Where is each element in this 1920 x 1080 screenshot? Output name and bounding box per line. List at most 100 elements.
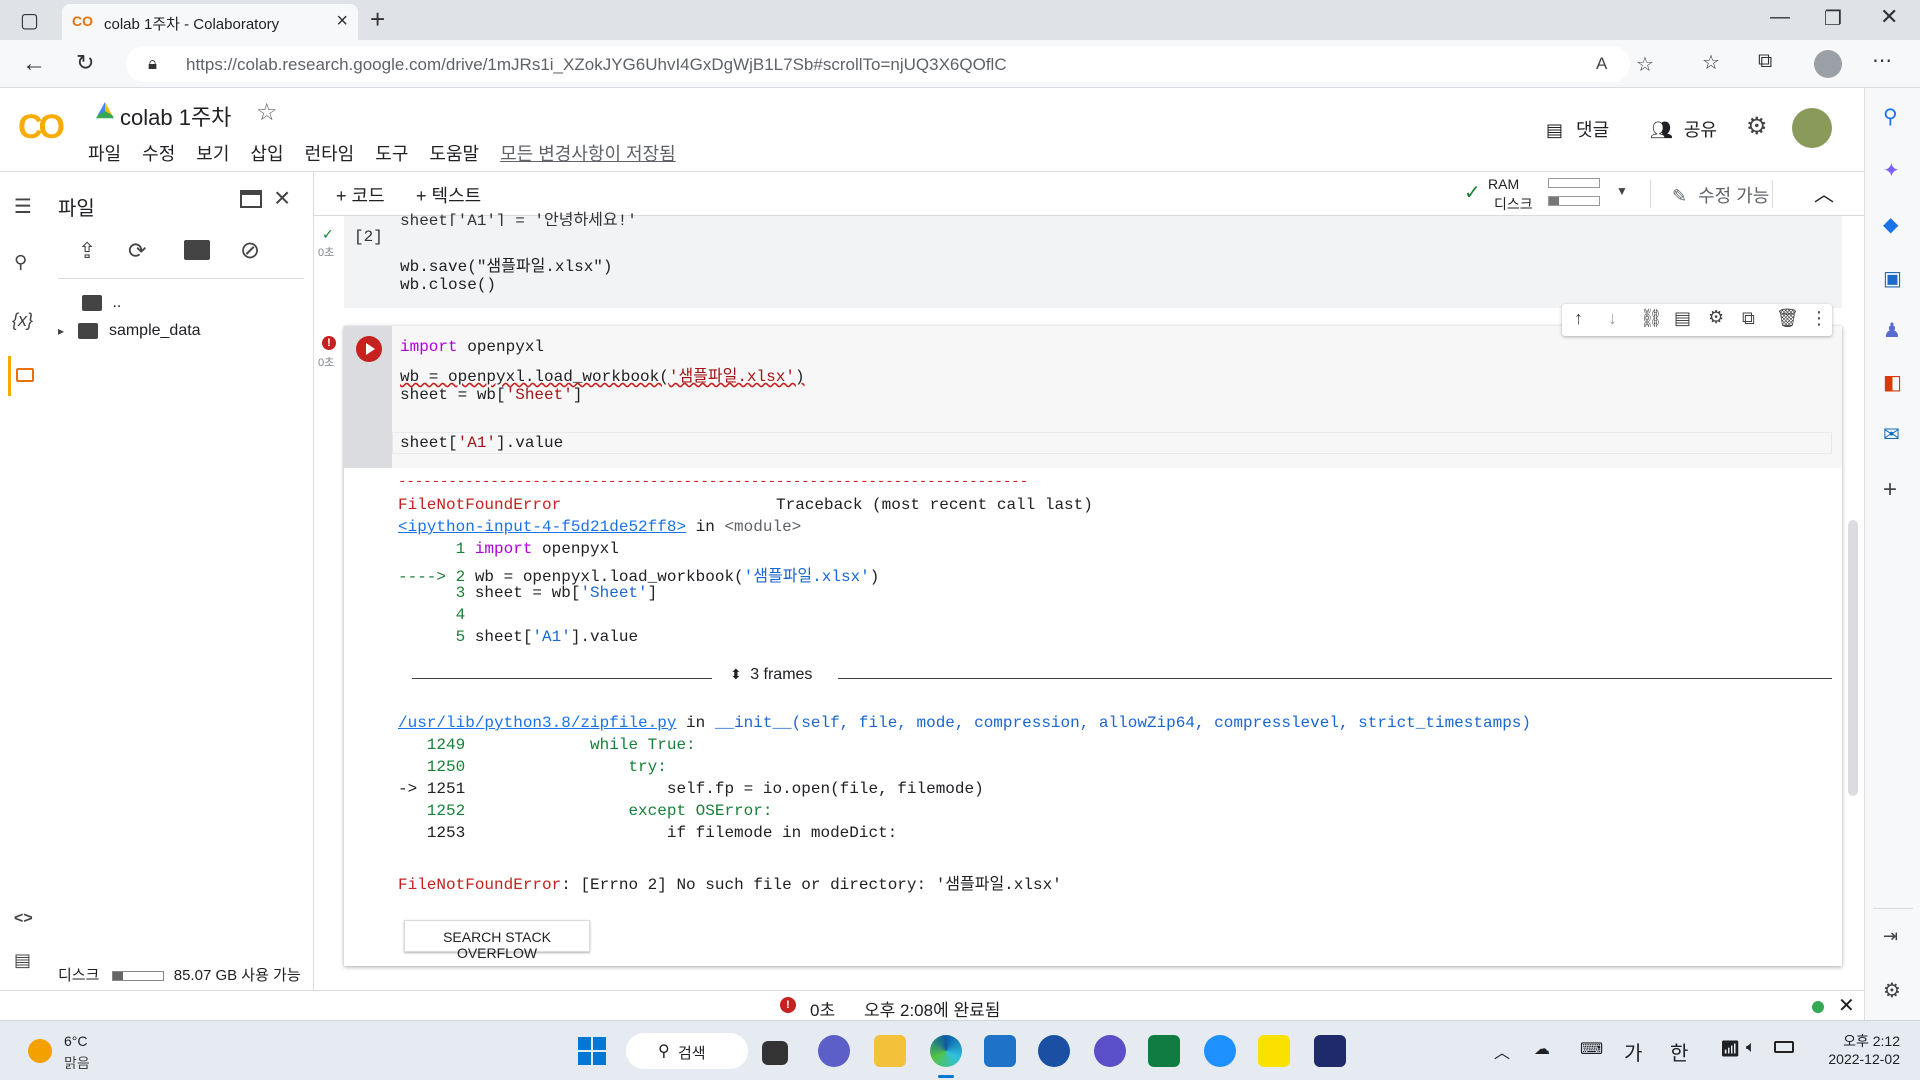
hide-sidebar-icon[interactable]: ⇥	[1883, 926, 1898, 947]
collections-icon[interactable]: ⧉	[1758, 50, 1772, 73]
volume-icon[interactable]: 🔈︎	[1746, 1039, 1756, 1057]
tray-overflow-icon[interactable]: ︿	[1494, 1039, 1510, 1063]
disk-resource-bar[interactable]	[1548, 196, 1600, 206]
code-cell-2[interactable]: import openpyxl wb = openpyxl.load_workb…	[344, 326, 1878, 966]
refresh-folder-icon[interactable]: ⟳	[128, 238, 146, 264]
back-icon[interactable]: ←	[22, 50, 46, 78]
close-panel-icon[interactable]: ×	[274, 182, 290, 214]
move-up-icon[interactable]: ↑	[1574, 308, 1583, 329]
copilot-icon[interactable]: ✦	[1883, 158, 1900, 183]
star-icon[interactable]: ☆	[256, 98, 278, 127]
settings-gear-icon[interactable]: ⚙	[1746, 112, 1768, 141]
keyboard-icon[interactable]: ⌨	[1580, 1039, 1603, 1059]
move-down-icon[interactable]: ↓	[1608, 308, 1617, 329]
run-cell-button[interactable]	[356, 336, 382, 362]
resources-dropdown-icon[interactable]: ▼	[1616, 184, 1628, 198]
link-icon[interactable]: ⛓	[1640, 308, 1663, 329]
variables-icon[interactable]: {x}	[12, 310, 33, 331]
wifi-icon[interactable]: 📶︎	[1720, 1039, 1740, 1059]
close-status-icon[interactable]: ✕	[1838, 993, 1855, 1018]
profile-icon[interactable]	[1814, 50, 1842, 78]
add-sidebar-app-icon[interactable]: +	[1883, 476, 1897, 504]
app-b-icon[interactable]	[1204, 1035, 1236, 1067]
sidebar-settings-icon[interactable]: ⚙	[1883, 978, 1901, 1003]
mirror-cell-icon[interactable]: ⧉	[1742, 308, 1755, 329]
ime-mode-1[interactable]: 가	[1624, 1037, 1642, 1066]
notebook-title[interactable]: colab 1주차	[120, 100, 231, 132]
edit-mode-button[interactable]: ✎ 수정 가능	[1672, 182, 1769, 208]
menu-file[interactable]: 파일	[88, 144, 121, 164]
add-code-button[interactable]: + 코드	[336, 182, 385, 208]
browser-tab[interactable]: CO colab 1주차 - Colaboratory ×	[62, 4, 358, 40]
start-button[interactable]	[576, 1035, 608, 1067]
url-field[interactable]: 🔒︎ https://colab.research.google.com/dri…	[126, 46, 1654, 82]
search-stack-overflow-button[interactable]: SEARCH STACK OVERFLOW	[404, 920, 590, 961]
minimize-icon[interactable]: —	[1770, 6, 1790, 29]
files-folder-icon[interactable]	[16, 368, 34, 382]
menu-view[interactable]: 보기	[196, 144, 229, 164]
ram-bar[interactable]	[1548, 178, 1600, 188]
table-of-contents-icon[interactable]: ☰	[14, 194, 32, 219]
favorites-icon[interactable]: ☆	[1702, 50, 1720, 75]
parent-folder-row[interactable]: ..	[82, 294, 121, 312]
app-q-icon[interactable]	[1038, 1035, 1070, 1067]
sidebar-search-icon[interactable]: ⚲	[1883, 104, 1898, 129]
more-menu-icon[interactable]: ⋯	[1872, 48, 1892, 73]
games-icon[interactable]: ♟	[1883, 318, 1901, 343]
menu-help[interactable]: 도움말	[429, 144, 479, 164]
office-icon[interactable]: ◧	[1883, 370, 1902, 395]
close-tab-icon[interactable]: ×	[336, 10, 348, 33]
tools-icon[interactable]: ▣	[1883, 266, 1902, 291]
colab-logo[interactable]: CO	[18, 108, 65, 147]
ime-mode-2[interactable]: 한	[1670, 1037, 1688, 1066]
hide-files-icon[interactable]: ⊘	[240, 236, 260, 265]
expand-chevron-icon[interactable]: ▸	[58, 324, 64, 338]
command-palette-icon[interactable]: ▤	[14, 950, 31, 971]
read-aloud-icon[interactable]: A	[1596, 54, 1607, 74]
collapse-header-icon[interactable]: ︿	[1814, 178, 1834, 207]
close-window-icon[interactable]: ✕	[1880, 4, 1898, 30]
file-explorer-icon[interactable]	[874, 1035, 906, 1067]
app-upload-icon[interactable]	[1314, 1035, 1346, 1067]
delete-cell-icon[interactable]: 🗑︎	[1776, 308, 1799, 329]
notebook-scrollbar[interactable]	[1848, 520, 1858, 796]
cell-settings-icon[interactable]: ⚙	[1708, 307, 1724, 328]
taskbar-search[interactable]: ⚲ 검색	[626, 1033, 748, 1069]
cell-more-icon[interactable]: ⋮	[1810, 308, 1828, 329]
weather-temp[interactable]: 6°C	[64, 1033, 88, 1049]
maximize-icon[interactable]: ❐	[1824, 6, 1842, 31]
favorite-star-icon[interactable]: ☆	[1636, 52, 1654, 77]
weather-sun-icon[interactable]	[28, 1039, 52, 1063]
comment-cell-icon[interactable]: ▤	[1674, 308, 1691, 329]
new-tab-icon[interactable]: +	[370, 4, 385, 35]
search-icon[interactable]: ⚲	[14, 252, 27, 273]
clock-time[interactable]: 오후 2:12	[1828, 1031, 1900, 1051]
add-text-button[interactable]: + 텍스트	[416, 182, 481, 208]
shopping-icon[interactable]: ◆	[1883, 212, 1898, 237]
task-view-icon[interactable]	[762, 1041, 788, 1065]
zipfile-link[interactable]: /usr/lib/python3.8/zipfile.py	[398, 714, 676, 732]
kakaotalk-icon[interactable]	[1258, 1035, 1290, 1067]
app-arrow-icon[interactable]	[1094, 1035, 1126, 1067]
menu-edit[interactable]: 수정	[142, 144, 175, 164]
onedrive-icon[interactable]: ☁	[1534, 1039, 1550, 1059]
menu-runtime[interactable]: 런타임	[305, 144, 355, 164]
menu-insert[interactable]: 삽입	[250, 144, 283, 164]
code-snippets-icon[interactable]: <>	[14, 910, 33, 928]
share-button[interactable]: 👥︎ 공유	[1650, 116, 1717, 142]
outlook-icon[interactable]: ✉	[1883, 422, 1900, 447]
status-completed[interactable]: 오후 2:08에 완료됨	[864, 996, 1000, 1021]
app-chart-icon[interactable]	[1148, 1035, 1180, 1067]
menu-tools[interactable]: 도구	[375, 144, 408, 164]
saved-status-link[interactable]: 모든 변경사항이 저장됨	[500, 144, 676, 164]
teams-chat-icon[interactable]	[818, 1035, 850, 1067]
comment-button[interactable]: ▤ 댓글	[1546, 116, 1609, 142]
folder-row-sample-data[interactable]: ▸ sample_data	[58, 322, 201, 340]
mount-drive-icon[interactable]	[184, 240, 210, 260]
store-icon[interactable]	[984, 1035, 1016, 1067]
tab-actions-icon[interactable]: ▢	[20, 8, 39, 33]
reload-icon[interactable]: ↻	[76, 50, 94, 76]
upload-file-icon[interactable]: ⇪	[78, 238, 96, 264]
ipython-input-link[interactable]: <ipython-input-4-f5d21de52ff8>	[398, 518, 686, 536]
frames-toggle[interactable]: ⬍ 3 frames	[730, 666, 812, 684]
